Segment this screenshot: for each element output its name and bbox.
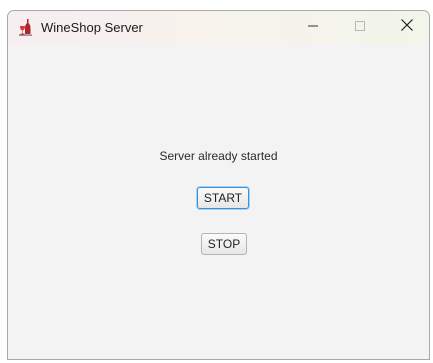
- close-button[interactable]: [384, 11, 429, 44]
- close-icon: [400, 18, 414, 37]
- start-button[interactable]: START: [197, 187, 249, 209]
- window-title: WineShop Server: [41, 20, 143, 35]
- minimize-button[interactable]: [290, 11, 336, 44]
- wine-bottle-glass-icon: [18, 18, 34, 36]
- maximize-button[interactable]: [337, 11, 383, 44]
- minimize-icon: [307, 19, 319, 37]
- main-content: Server already started START STOP: [8, 44, 429, 359]
- title-bar[interactable]: WineShop Server: [8, 11, 429, 44]
- stop-button[interactable]: STOP: [201, 233, 247, 255]
- maximize-icon: [354, 19, 366, 37]
- status-message: Server already started: [159, 149, 278, 163]
- app-window: WineShop Server Server already started S…: [7, 10, 430, 360]
